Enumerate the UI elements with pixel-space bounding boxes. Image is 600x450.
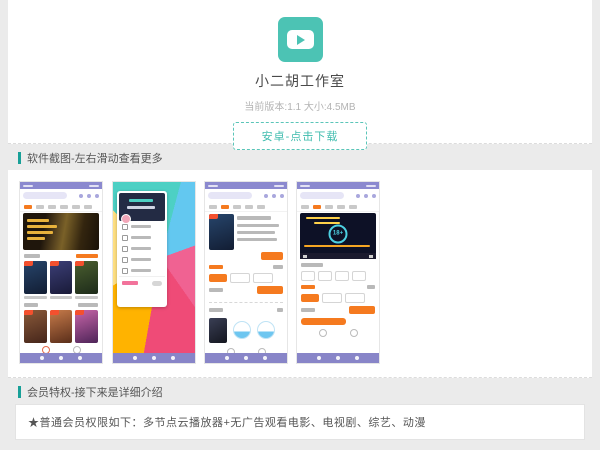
- menu-item: [119, 254, 165, 265]
- category-tabs: [297, 202, 379, 212]
- menu-item-icon: [122, 257, 128, 263]
- screenshots-carousel: 18+: [8, 170, 592, 378]
- privileges-note-box: ★普通会员权限如下：多节点云播放器+无广告观看电影、电视剧、综艺、动漫: [15, 404, 585, 440]
- hero-banner: [23, 213, 99, 250]
- player-controls: [300, 253, 376, 259]
- menu-item-icon: [122, 268, 128, 274]
- heading-accent-bar: [18, 152, 21, 164]
- app-info-card: 小二胡工作室 当前版本:1.1 大小:4.5MB 安卓-点击下载: [8, 0, 592, 144]
- section-row: [20, 251, 102, 260]
- episode-pills: [205, 271, 287, 284]
- status-bar: [205, 182, 287, 189]
- menu-popup: [117, 191, 167, 307]
- download-button[interactable]: 安卓-点击下载: [233, 122, 368, 150]
- menu-item: [119, 243, 165, 254]
- bottom-nav: [297, 353, 379, 363]
- toggle-switch: [152, 281, 162, 286]
- poster-row: [20, 309, 102, 344]
- menu-item: [119, 265, 165, 276]
- section-row: [20, 300, 102, 309]
- episode-pills: [297, 269, 379, 282]
- search-input: [23, 192, 67, 199]
- screenshot-app-detail[interactable]: [205, 182, 287, 363]
- action-button: [257, 286, 283, 294]
- bottom-nav: [113, 353, 195, 363]
- video-player: 18+: [300, 213, 376, 259]
- comments-row: [205, 314, 287, 346]
- movie-detail-block: [205, 212, 287, 262]
- search-bar: [205, 189, 287, 202]
- status-bar: [20, 182, 102, 189]
- comment-thumbnail: [209, 318, 227, 343]
- privileges-heading-text: 会员特权-接下来是详细介绍: [27, 384, 163, 400]
- movie-poster: [50, 310, 73, 343]
- status-bar: [297, 182, 379, 189]
- avatar: [121, 214, 131, 224]
- menu-item: [119, 232, 165, 243]
- progress-bar: [301, 318, 346, 325]
- category-tabs: [205, 202, 287, 212]
- movie-poster: [24, 261, 47, 294]
- age-badge: 18+: [329, 224, 348, 243]
- movie-poster: [75, 261, 98, 294]
- fullscreen-icon: [369, 255, 373, 258]
- search-bar: [297, 189, 379, 202]
- app-icon: [278, 17, 323, 62]
- menu-item-icon: [122, 224, 128, 230]
- privileges-section-heading: 会员特权-接下来是详细介绍: [18, 384, 163, 400]
- menu-item-icon: [122, 235, 128, 241]
- search-input: [208, 192, 252, 199]
- rating-donut: [233, 321, 251, 339]
- play-icon: [303, 255, 307, 258]
- poster-row: [20, 260, 102, 295]
- category-tabs: [20, 202, 102, 212]
- menu-item-icon: [122, 246, 128, 252]
- movie-poster: [209, 214, 234, 250]
- movie-poster: [75, 310, 98, 343]
- action-button: [349, 306, 375, 314]
- privileges-note-text: ★普通会员权限如下：多节点云播放器+无广告观看电影、电视剧、综艺、动漫: [28, 414, 426, 430]
- screenshot-app-menu[interactable]: [113, 182, 195, 363]
- rating-donut: [257, 321, 275, 339]
- movie-poster: [50, 261, 73, 294]
- screenshot-app-home[interactable]: [20, 182, 102, 363]
- app-title: 小二胡工作室: [8, 71, 592, 91]
- screenshots-heading-text: 软件截图-左右滑动查看更多: [27, 150, 163, 166]
- play-now-button: [261, 252, 283, 260]
- heading-accent-bar: [18, 386, 21, 398]
- menu-header: [119, 193, 165, 221]
- movie-poster: [24, 310, 47, 343]
- bottom-nav: [20, 353, 102, 363]
- screenshots-section-heading: 软件截图-左右滑动查看更多: [18, 150, 163, 166]
- bottom-nav: [205, 353, 287, 363]
- app-version-info: 当前版本:1.1 大小:4.5MB: [8, 98, 592, 113]
- search-bar: [20, 189, 102, 202]
- search-input: [300, 192, 344, 199]
- screenshot-app-player[interactable]: 18+: [297, 182, 379, 363]
- play-icon: [287, 30, 314, 49]
